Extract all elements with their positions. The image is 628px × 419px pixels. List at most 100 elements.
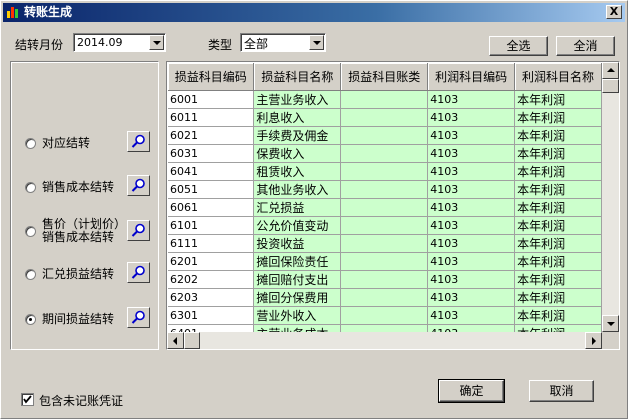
scroll-up-icon[interactable] <box>602 62 619 79</box>
table-cell[interactable]: 主营业务收入 <box>253 90 342 109</box>
table-cell[interactable]: 4103 <box>427 216 516 235</box>
search-button[interactable] <box>127 262 150 283</box>
table-cell[interactable]: 6041 <box>168 162 255 181</box>
radio-button[interactable] <box>25 182 36 193</box>
month-select[interactable]: 2014.09 <box>73 33 166 52</box>
table-cell[interactable]: 6202 <box>168 270 255 289</box>
option-exchange-gain-loss[interactable]: 汇兑损益结转 <box>11 259 158 295</box>
table-cell[interactable] <box>340 324 429 332</box>
search-button[interactable] <box>127 175 150 196</box>
clear-all-button[interactable]: 全消 <box>556 36 615 56</box>
table-cell[interactable]: 手续费及佣金 <box>253 126 342 145</box>
option-sales-cost-transfer[interactable]: 销售成本结转 <box>11 172 158 208</box>
table-cell[interactable]: 6051 <box>168 180 255 199</box>
column-header[interactable]: 利润科目名称 <box>514 63 602 91</box>
radio-button[interactable] <box>25 226 36 237</box>
table-cell[interactable]: 租赁收入 <box>253 162 342 181</box>
table-cell[interactable]: 本年利润 <box>514 234 602 253</box>
close-button[interactable]: X <box>606 5 622 19</box>
table-cell[interactable]: 本年利润 <box>514 198 602 217</box>
table-cell[interactable] <box>340 288 429 307</box>
table-cell[interactable]: 投资收益 <box>253 234 342 253</box>
select-all-button[interactable]: 全选 <box>489 36 548 56</box>
table-cell[interactable]: 4103 <box>427 90 516 109</box>
search-button[interactable] <box>127 307 150 328</box>
table-cell[interactable]: 4103 <box>427 180 516 199</box>
table-cell[interactable] <box>340 198 429 217</box>
scroll-left-icon[interactable] <box>167 332 184 349</box>
table-cell[interactable]: 本年利润 <box>514 108 602 127</box>
table-row[interactable]: 6041 租赁收入 4103 本年利润 <box>168 162 602 181</box>
table-row[interactable]: 6101 公允价值变动 4103 本年利润 <box>168 216 602 235</box>
table-cell[interactable]: 4103 <box>427 324 516 332</box>
chevron-down-icon[interactable] <box>309 35 324 50</box>
table-cell[interactable]: 4103 <box>427 198 516 217</box>
table-row[interactable]: 6051 其他业务收入 4103 本年利润 <box>168 180 602 199</box>
table-cell[interactable]: 4103 <box>427 288 516 307</box>
table-cell[interactable]: 本年利润 <box>514 288 602 307</box>
table-cell[interactable]: 本年利润 <box>514 126 602 145</box>
table-cell[interactable]: 本年利润 <box>514 162 602 181</box>
table-row[interactable]: 6011 利息收入 4103 本年利润 <box>168 108 602 127</box>
ok-button[interactable]: 确定 <box>438 379 505 403</box>
table-row[interactable]: 6202 摊回赔付支出 4103 本年利润 <box>168 270 602 289</box>
table-cell[interactable]: 6021 <box>168 126 255 145</box>
table-row[interactable]: 6031 保费收入 4103 本年利润 <box>168 144 602 163</box>
table-cell[interactable]: 4103 <box>427 252 516 271</box>
radio-button-selected[interactable] <box>25 314 36 325</box>
table-row[interactable]: 6001 主营业务收入 4103 本年利润 <box>168 90 602 109</box>
table-cell[interactable]: 4103 <box>427 306 516 325</box>
table-row[interactable]: 6111 投资收益 4103 本年利润 <box>168 234 602 253</box>
option-planned-price-sales-cost[interactable]: 售价（计划价） 销售成本结转 <box>11 215 158 251</box>
table-cell[interactable]: 公允价值变动 <box>253 216 342 235</box>
table-cell[interactable] <box>340 270 429 289</box>
type-select[interactable]: 全部 <box>240 33 326 52</box>
table-cell[interactable]: 本年利润 <box>514 180 602 199</box>
column-header[interactable]: 损益科目账类 <box>340 63 429 91</box>
cancel-button[interactable]: 取消 <box>529 380 594 402</box>
table-cell[interactable] <box>340 108 429 127</box>
table-cell[interactable]: 6401 <box>168 324 255 332</box>
table-row[interactable]: 6301 营业外收入 4103 本年利润 <box>168 306 602 325</box>
table-cell[interactable]: 6111 <box>168 234 255 253</box>
include-unposted-checkbox[interactable] <box>21 393 34 406</box>
table-cell[interactable]: 4103 <box>427 270 516 289</box>
table-cell[interactable] <box>340 252 429 271</box>
table-cell[interactable]: 本年利润 <box>514 270 602 289</box>
table-cell[interactable]: 营业外收入 <box>253 306 342 325</box>
table-cell[interactable]: 汇兑损益 <box>253 198 342 217</box>
option-period-profit-loss[interactable]: 期间损益结转 <box>11 304 158 340</box>
table-cell[interactable]: 本年利润 <box>514 90 602 109</box>
table-row[interactable]: 6021 手续费及佣金 4103 本年利润 <box>168 126 602 145</box>
table-cell[interactable]: 摊回保险责任 <box>253 252 342 271</box>
table-cell[interactable]: 保费收入 <box>253 144 342 163</box>
scroll-thumb[interactable] <box>602 79 619 93</box>
transfer-grid[interactable]: 损益科目编码 损益科目名称 损益科目账类 利润科目编码 利润科目名称 6001 主… <box>166 61 620 350</box>
table-cell[interactable] <box>340 162 429 181</box>
table-cell[interactable]: 4103 <box>427 108 516 127</box>
table-cell[interactable]: 6201 <box>168 252 255 271</box>
radio-button[interactable] <box>25 269 36 280</box>
column-header[interactable]: 损益科目编码 <box>168 63 255 91</box>
table-cell[interactable]: 4103 <box>427 126 516 145</box>
search-button[interactable] <box>127 131 150 152</box>
table-row[interactable]: 6401主营业务成本 4103本年利润 <box>168 324 602 332</box>
scroll-down-icon[interactable] <box>602 315 619 332</box>
scroll-right-icon[interactable] <box>585 332 602 349</box>
table-cell[interactable]: 4103 <box>427 234 516 253</box>
table-cell[interactable]: 摊回分保费用 <box>253 288 342 307</box>
table-row[interactable]: 6061 汇兑损益 4103 本年利润 <box>168 198 602 217</box>
table-cell[interactable]: 6101 <box>168 216 255 235</box>
table-row[interactable]: 6201 摊回保险责任 4103 本年利润 <box>168 252 602 271</box>
table-cell[interactable] <box>340 306 429 325</box>
table-cell[interactable] <box>340 216 429 235</box>
table-cell[interactable] <box>340 90 429 109</box>
table-cell[interactable]: 本年利润 <box>514 252 602 271</box>
column-header[interactable]: 损益科目名称 <box>253 63 342 91</box>
table-cell[interactable]: 本年利润 <box>514 144 602 163</box>
table-cell[interactable]: 本年利润 <box>514 324 602 332</box>
search-button[interactable] <box>127 220 150 241</box>
table-cell[interactable]: 6011 <box>168 108 255 127</box>
column-header[interactable]: 利润科目编码 <box>427 63 516 91</box>
radio-button[interactable] <box>25 138 36 149</box>
